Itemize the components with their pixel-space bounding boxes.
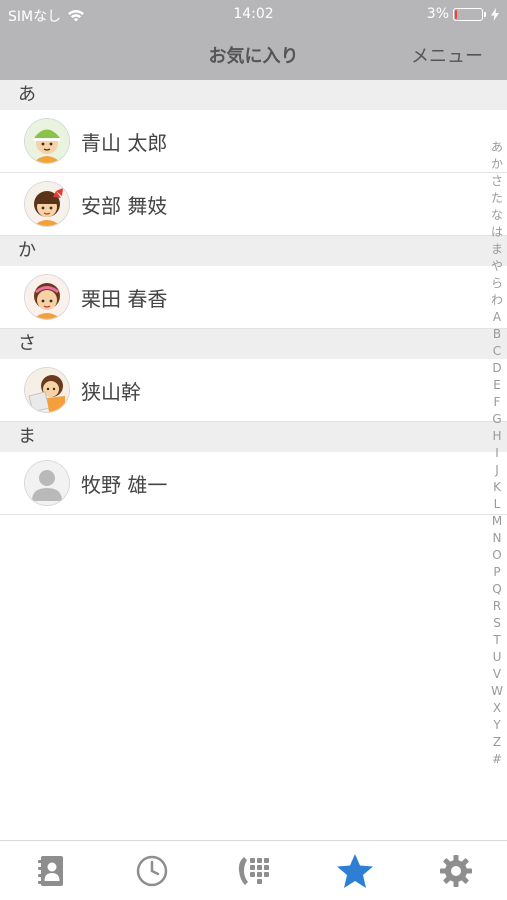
index-item[interactable]: K (490, 479, 504, 496)
index-item[interactable]: D (490, 360, 504, 377)
index-item[interactable]: ら (490, 275, 504, 292)
index-item[interactable]: J (490, 462, 504, 479)
index-item[interactable]: M (490, 513, 504, 530)
index-item[interactable]: T (490, 632, 504, 649)
index-item[interactable]: あ (490, 139, 504, 156)
menu-button[interactable]: メニュー (411, 42, 483, 68)
index-item[interactable]: N (490, 530, 504, 547)
index-item[interactable]: E (490, 377, 504, 394)
clock-history-icon (136, 855, 168, 886)
index-item[interactable]: か (490, 156, 504, 173)
contact-name: 狭山幹 (81, 379, 141, 404)
section-index-bar[interactable]: あかさたなはまやらわ A B C D E F G H I J K L M N O P Q R S T U V W X Y Z # (490, 139, 504, 768)
index-item[interactable]: I (490, 445, 504, 462)
index-item[interactable]: わ (490, 292, 504, 309)
index-item[interactable]: A (490, 309, 504, 326)
contact-name: 牧野 雄一 (81, 472, 168, 497)
battery-percent: 3% (426, 6, 449, 22)
index-item[interactable]: F (490, 394, 504, 411)
section-header-ma: ま (0, 422, 507, 452)
index-item[interactable]: # (490, 751, 504, 768)
girl-red-bow-avatar (25, 182, 69, 226)
index-item[interactable]: X (490, 700, 504, 717)
index-item[interactable]: ま (490, 241, 504, 258)
contact-name: 安部 舞妓 (81, 193, 168, 218)
index-item[interactable]: B (490, 326, 504, 343)
index-item[interactable]: は (490, 224, 504, 241)
index-item[interactable]: P (490, 564, 504, 581)
index-item[interactable]: さ (490, 173, 504, 190)
gear-settings-icon (440, 854, 473, 887)
contact-row[interactable]: 狭山幹 (0, 359, 507, 422)
index-item[interactable]: な (490, 207, 504, 224)
tab-dialpad[interactable] (203, 841, 304, 900)
index-item[interactable]: S (490, 615, 504, 632)
contact-row[interactable]: 栗田 春香 (0, 266, 507, 329)
tab-settings[interactable] (406, 841, 507, 900)
index-item[interactable]: Q (490, 581, 504, 598)
girl-pink-band-avatar (25, 275, 69, 319)
section-header-a: あ (0, 80, 507, 110)
dialpad-icon (238, 856, 269, 885)
section-header-sa: さ (0, 329, 507, 359)
contact-row[interactable]: 青山 太郎 (0, 110, 507, 173)
index-item[interactable]: L (490, 496, 504, 513)
section-header-ka: か (0, 236, 507, 266)
girl-reading-avatar (25, 368, 69, 412)
contact-name: 栗田 春香 (81, 286, 168, 311)
contact-name: 青山 太郎 (81, 130, 168, 155)
contact-row[interactable]: 牧野 雄一 (0, 452, 507, 515)
index-item[interactable]: G (490, 411, 504, 428)
index-item[interactable]: H (490, 428, 504, 445)
index-item[interactable]: Z (490, 734, 504, 751)
tab-contacts[interactable] (0, 841, 101, 900)
status-right: 3% (427, 6, 499, 22)
contacts-book-icon (37, 855, 63, 886)
tab-bar (0, 840, 507, 900)
index-item[interactable]: C (490, 343, 504, 360)
index-item[interactable]: や (490, 258, 504, 275)
battery-icon (453, 7, 486, 21)
index-item[interactable]: R (490, 598, 504, 615)
tab-history[interactable] (101, 841, 202, 900)
boy-green-cap-avatar (25, 119, 69, 163)
default-person-avatar (25, 461, 69, 505)
battery-level-fill (455, 9, 457, 19)
status-bar: SIMなし 14:02 3% (0, 0, 507, 30)
index-item[interactable]: Y (490, 717, 504, 734)
star-favorites-icon (336, 853, 373, 888)
charging-bolt-icon (491, 7, 499, 21)
contact-row[interactable]: 安部 舞妓 (0, 173, 507, 236)
favorites-list: あ 青山 太郎 安部 舞妓 か 栗田 春香 さ 狭山幹 ま 牧野 雄一 (0, 80, 507, 515)
index-item[interactable]: V (490, 666, 504, 683)
navigation-bar: お気に入り メニュー (0, 30, 507, 80)
index-item[interactable]: た (490, 190, 504, 207)
index-item[interactable]: U (490, 649, 504, 666)
index-item[interactable]: O (490, 547, 504, 564)
tab-favorites[interactable] (304, 841, 405, 900)
index-item[interactable]: W (490, 683, 504, 700)
